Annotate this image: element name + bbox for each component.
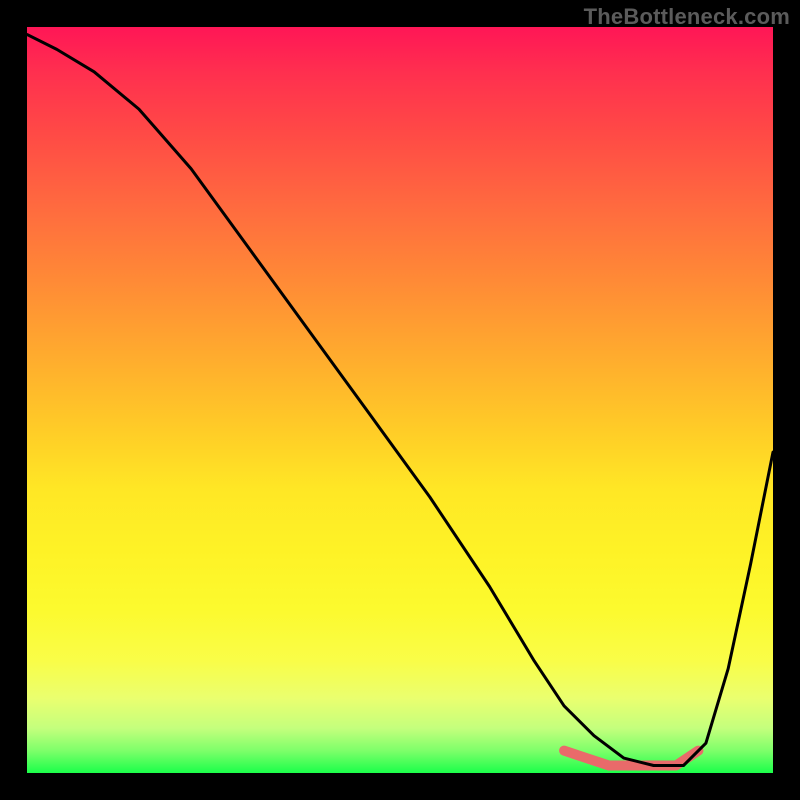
- main-curve-path: [27, 35, 773, 766]
- watermark-text: TheBottleneck.com: [584, 4, 790, 30]
- chart-frame: TheBottleneck.com: [0, 0, 800, 800]
- chart-svg: [27, 27, 773, 773]
- plot-area: [27, 27, 773, 773]
- bottom-highlight-path: [564, 751, 698, 766]
